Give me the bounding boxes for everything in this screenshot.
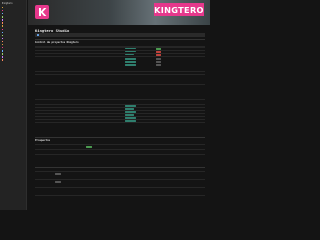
page-icon [2,22,4,24]
sidebar-items [0,6,26,62]
row-divider [35,107,205,108]
page-icon [2,43,4,46]
status-tag [125,64,136,66]
k-logo-icon [35,5,49,19]
row-divider [35,47,205,48]
app-window: Kingtero KINGTERO Kingtero Studio Contro… [0,0,210,210]
page-icon [2,31,4,33]
page-icon [2,16,4,18]
status-tag [125,117,136,119]
page-icon [2,13,4,15]
page-icon [2,19,4,21]
row-divider [35,113,205,114]
page-icon [2,53,4,55]
row-divider [35,110,205,111]
status-tag [156,48,161,50]
row-divider [35,149,205,150]
projects-section: Control de proyectos Kingtero [35,39,205,135]
status-tag [156,64,161,66]
row-divider [35,116,205,117]
brand-badge: KINGTERO [154,3,204,16]
prospects-table [35,142,205,160]
page-icon [2,6,4,9]
status-tag [125,58,136,60]
status-tag [86,146,92,148]
page-icon [2,40,4,43]
page-icon [2,25,4,27]
status-tag [125,114,134,116]
page-icon [2,47,4,49]
row-divider [35,144,205,145]
page-icon [2,28,4,30]
status-tag [125,108,134,110]
main-content: KINGTERO Kingtero Studio Control de proy… [28,0,210,210]
third-section [35,167,205,208]
row-divider [35,99,205,100]
page-icon [2,37,4,40]
row-divider [35,154,205,155]
row-divider [35,71,205,72]
third-table [35,169,205,199]
projects-table [35,44,205,129]
sidebar-subtitle [0,62,26,67]
page-icon [2,50,4,52]
status-tag [125,111,136,113]
row-divider [35,179,205,180]
status-tag [55,173,61,175]
row-divider [35,171,205,172]
status-tag [55,181,61,183]
status-tag [125,61,136,63]
prospects-section: Prospectos [35,137,205,166]
status-tag [156,54,161,56]
status-tag [125,120,136,122]
status-tag [125,105,136,107]
page-icon [2,34,4,37]
status-tag [156,51,161,53]
info-icon [37,33,39,36]
notice-bar [35,33,205,37]
header-banner: KINGTERO [28,0,210,25]
status-tag [156,61,161,63]
row-divider [35,50,205,51]
page-icon [2,59,4,61]
row-divider [35,74,205,75]
row-divider [35,187,205,188]
sidebar: Kingtero [0,0,27,210]
row-divider [35,53,205,54]
row-divider [35,84,205,85]
row-divider [35,195,205,196]
page-icon [2,56,4,58]
status-tag [156,58,161,60]
row-divider [35,122,205,123]
row-divider [35,104,205,105]
row-divider [35,119,205,120]
page-icon [2,9,4,12]
row-divider [35,56,205,57]
